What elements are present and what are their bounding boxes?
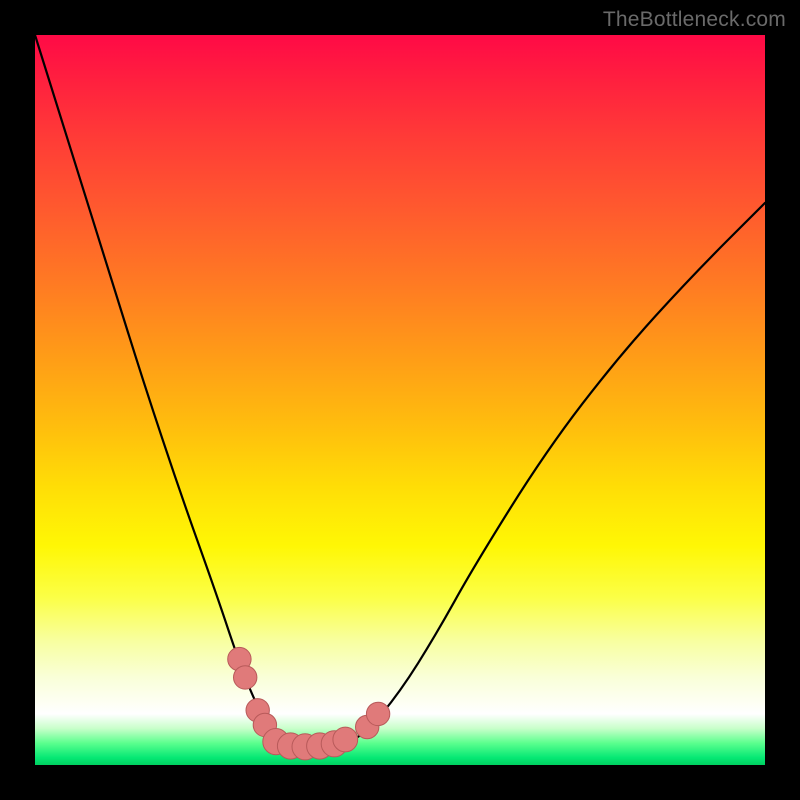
watermark-text: TheBottleneck.com: [603, 8, 786, 32]
bead-right-low: [333, 727, 358, 752]
chart-frame: TheBottleneck.com: [0, 0, 800, 800]
chart-svg: [35, 35, 765, 765]
bead-right-up2: [366, 702, 389, 725]
plot-area: [35, 35, 765, 765]
bead-left-upper2: [234, 666, 257, 689]
marker-beads: [228, 647, 390, 760]
bottleneck-curve: [35, 35, 765, 747]
